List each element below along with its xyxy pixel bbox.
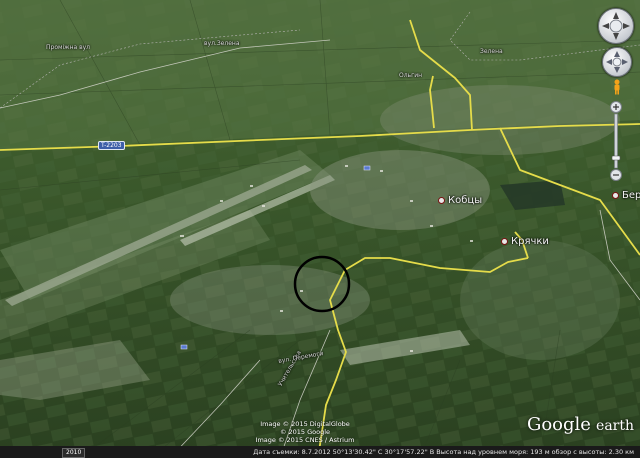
place-label-minor[interactable]: Зелена <box>480 48 503 55</box>
historical-imagery-year[interactable]: 2010 <box>62 448 86 458</box>
zoom-slider[interactable] <box>609 101 623 181</box>
place-label-minor[interactable]: вул.Зелена <box>204 40 240 47</box>
compass-control[interactable] <box>598 8 634 44</box>
place-label-kriachki[interactable]: Крячки <box>501 236 549 247</box>
place-label-kobtsy[interactable]: Кобцы <box>438 195 482 206</box>
place-label-berez[interactable]: Берез <box>612 190 640 201</box>
pegman-icon <box>614 79 620 95</box>
road-shield: T-2203 <box>98 141 125 150</box>
status-bar: 2010 Дата съемки: 8.7.2012 50°13'30.42" … <box>0 446 640 458</box>
look-control[interactable] <box>602 47 632 77</box>
look-joystick-icon <box>606 51 628 73</box>
street-view-control[interactable] <box>612 79 622 95</box>
place-dot-icon <box>612 191 619 199</box>
satellite-terrain[interactable] <box>0 0 640 458</box>
status-text: Дата съемки: 8.7.2012 50°13'30.42" С 30°… <box>253 448 634 456</box>
place-label-minor[interactable]: Ольгин <box>399 72 422 79</box>
google-earth-logo: Google earth <box>526 414 634 435</box>
place-label-minor[interactable]: Проміжна вул <box>46 44 90 51</box>
place-dot-icon <box>438 196 445 204</box>
place-dot-icon <box>501 237 508 245</box>
zoom-slider-icon <box>610 101 622 181</box>
compass-icon <box>602 12 630 40</box>
map-viewport[interactable]: Кобцы Крячки Берез Проміжна вул вул.Зеле… <box>0 0 640 458</box>
